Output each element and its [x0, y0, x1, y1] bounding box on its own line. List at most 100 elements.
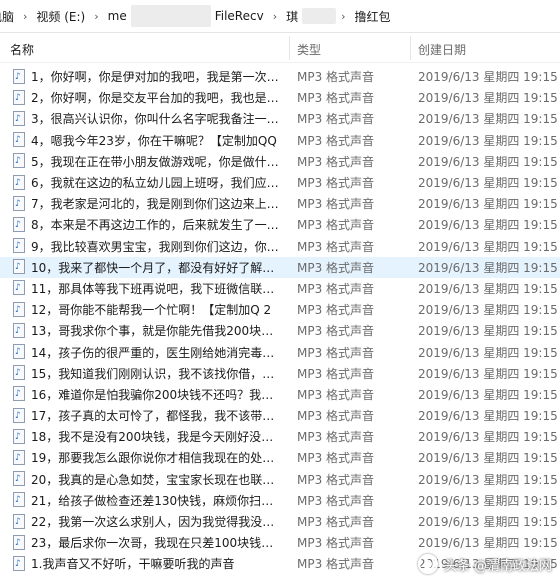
breadcrumb-current-folder[interactable]: 撸红包	[351, 8, 395, 25]
file-row[interactable]: ♪ 10，我来了都快一个月了，都没有好好了解过这边 MP3 格式声音 2019/6/1…	[0, 256, 560, 278]
file-row[interactable]: ♪ 14，孩子伤的很严重的，医生刚给她消完毒，现在 MP3 格式声音 2019/6/1…	[0, 341, 560, 362]
file-name: 1，你好啊，你是伊对加的我吧，我是第一次来这边工作，认识你很高兴	[31, 70, 285, 85]
file-type: MP3 格式声音	[297, 493, 375, 508]
file-row[interactable]: ♪ 7，我老家是河北的，我是刚到你们这边来上班的 MP3 格式声音 2019/6/13…	[0, 193, 560, 214]
chevron-right-icon[interactable]: ›	[18, 10, 32, 23]
file-row[interactable]: ♪ 12，哥你能不能帮我一个忙啊！【定制加Q 2 MP3 格式声音 2019/6/13…	[0, 299, 560, 320]
file-row[interactable]: ♪ 6，我就在这边的私立幼儿园上班呀，我们应该离得不远 MP3 格式声音 2019/6…	[0, 172, 560, 193]
column-header-row: 名称 类型 创建日期	[0, 33, 560, 63]
file-type: MP3 格式声音	[297, 154, 375, 169]
file-row[interactable]: ♪ 8，本来是不再这边工作的，后来就发生了一些事情 MP3 格式声音 2019/6/1…	[0, 214, 560, 235]
breadcrumb-this-pc[interactable]: 此电脑	[0, 8, 18, 25]
address-breadcrumb: 此电脑 › 视频 (E:) › me FileRecv › 琪 › 撸红包	[0, 0, 560, 33]
file-name: 16，难道你是怕我骗你200块钱不还吗？我是真的	[31, 387, 285, 402]
file-row[interactable]: ♪ 23，最后求你一次哥，我现在只差100块钱了，你帮 MP3 格式声音 2019/6…	[0, 532, 560, 553]
file-row[interactable]: ♪ 22，我第一次这么求别人，因为我觉得我没有办法了 MP3 格式声音 2019/6/…	[0, 511, 560, 532]
audio-file-icon: ♪	[12, 492, 26, 508]
file-row[interactable]: ♪ 16，难道你是怕我骗你200块钱不还吗？我是真的 MP3 格式声音 2019/6/…	[0, 384, 560, 405]
file-type: MP3 格式声音	[297, 515, 375, 530]
file-type: MP3 格式声音	[297, 70, 375, 85]
audio-file-icon: ♪	[12, 301, 26, 318]
file-type: MP3 格式声音	[297, 451, 375, 466]
column-divider[interactable]	[410, 36, 411, 60]
file-created-date: 2019/6/13 星期四 19:15	[418, 303, 558, 318]
file-created-date: 2019/6/13 星期四 19:15	[418, 536, 558, 551]
file-created-date: 2019/6/13 星期四 19:15	[418, 154, 558, 169]
file-name: 22，我第一次这么求别人，因为我觉得我没有办法了	[31, 515, 285, 530]
file-row[interactable]: ♪ 4，嗯我今年23岁，你在干嘛呢？【定制加QQ MP3 格式声音 2019/6/13…	[0, 130, 560, 151]
redacted-region	[130, 5, 211, 27]
file-name: 5，我现在正在带小朋友做游戏呢，你是做什么工作的	[31, 154, 285, 169]
file-created-date: 2019/6/13 星期四 19:15	[418, 366, 558, 381]
file-created-date: 2019/6/13 星期四 19:15	[418, 218, 558, 233]
file-created-date: 2019/6/13 星期四 19:15	[418, 451, 558, 466]
file-name: 4，嗯我今年23岁，你在干嘛呢？【定制加QQ	[31, 133, 277, 148]
file-type: MP3 格式声音	[297, 260, 375, 275]
file-type: MP3 格式声音	[297, 536, 375, 551]
file-row[interactable]: ♪ 9，我比较喜欢男宝宝，我刚到你们这边，你能带我 MP3 格式声音 2019/6/1…	[0, 236, 560, 257]
file-created-date: 2019/6/13 星期四 19:15	[418, 472, 558, 487]
audio-file-icon: ♪	[12, 386, 26, 402]
file-name: 12，哥你能不能帮我一个忙啊！【定制加Q 2	[31, 303, 272, 318]
column-header-date[interactable]: 创建日期	[418, 41, 466, 58]
breadcrumb-filerecv[interactable]: FileRecv	[211, 9, 268, 23]
file-row[interactable]: ♪ 17，孩子真的太可怜了，都怪我，我不该带他出去的 MP3 格式声音 2019/6/…	[0, 405, 560, 426]
file-row[interactable]: ♪ 19，那要我怎么跟你说你才相信我现在的处境呢 MP3 格式声音 2019/6/13…	[0, 447, 560, 468]
file-type: MP3 格式声音	[297, 557, 375, 572]
file-name: 18，我不是没有200块钱，我是今天刚好没带钱包	[31, 430, 285, 445]
audio-file-icon: ♪	[12, 132, 26, 148]
file-created-date: 2019/6/13 星期四 19:15	[418, 281, 558, 296]
file-row[interactable]: ♪ 5，我现在正在带小朋友做游戏呢，你是做什么工作的 MP3 格式声音 2019/6/…	[0, 151, 560, 172]
file-type: MP3 格式声音	[297, 366, 375, 381]
file-row[interactable]: ♪ 2，你好啊，你是交友平台加的我吧，我也是第一次来这边 MP3 格式声音 2019/…	[0, 87, 560, 108]
column-divider[interactable]	[289, 36, 290, 60]
file-row[interactable]: ♪ 21，给孩子做检查还差130快钱，麻烦你扫这个码 MP3 格式声音 2019/6/…	[0, 490, 560, 511]
file-type: MP3 格式声音	[297, 197, 375, 212]
breadcrumb-drive-e[interactable]: 视频 (E:)	[32, 8, 89, 25]
file-type: MP3 格式声音	[297, 345, 375, 360]
audio-file-icon: ♪	[12, 68, 26, 85]
column-header-name[interactable]: 名称	[10, 41, 264, 58]
file-type: MP3 格式声音	[297, 472, 375, 487]
file-type: MP3 格式声音	[297, 409, 375, 424]
watermark-logo-icon	[417, 554, 438, 574]
file-name: 1.我声音又不好听，干嘛要听我的声音	[31, 557, 235, 572]
file-created-date: 2019/6/13 星期四 19:15	[418, 260, 558, 275]
audio-file-icon: ♪	[12, 238, 26, 254]
audio-file-icon: ♪	[12, 153, 26, 169]
file-created-date: 2019/6/13 星期四 19:15	[418, 387, 558, 402]
file-row[interactable]: ♪ 13，哥我求你个事，就是你能先借我200块钱吗 MP3 格式声音 2019/6/1…	[0, 320, 560, 341]
audio-file-icon: ♪	[12, 407, 26, 424]
file-row[interactable]: ♪ 11，那具体等我下班再说吧，我下班微信联系你好吗 MP3 格式声音 2019/6/…	[0, 278, 560, 299]
chevron-right-icon[interactable]: ›	[268, 10, 282, 23]
file-row[interactable]: ♪ 3，很高兴认识你，你叫什么名字呢我备注一下，我叫 MP3 格式声音 2019/6/…	[0, 108, 560, 129]
audio-file-icon: ♪	[12, 216, 26, 233]
file-name: 9，我比较喜欢男宝宝，我刚到你们这边，你能带我	[31, 239, 285, 254]
file-row[interactable]: ♪ 1，你好啊，你是伊对加的我吧，我是第一次来这边工作，认识你很高兴 MP3 格式声…	[0, 66, 560, 87]
file-name: 21，给孩子做检查还差130快钱，麻烦你扫这个码	[31, 493, 285, 508]
file-type: MP3 格式声音	[297, 387, 375, 402]
redacted-region	[302, 8, 337, 24]
file-type: MP3 格式声音	[297, 281, 375, 296]
file-row[interactable]: ♪ 18，我不是没有200块钱，我是今天刚好没带钱包 MP3 格式声音 2019/6/…	[0, 426, 560, 447]
file-type: MP3 格式声音	[297, 239, 375, 254]
file-type: MP3 格式声音	[297, 176, 375, 191]
file-name: 2，你好啊，你是交友平台加的我吧，我也是第一次来这边	[31, 91, 285, 106]
file-created-date: 2019/6/13 星期四 19:15	[418, 70, 558, 85]
chevron-right-icon[interactable]: ›	[336, 10, 350, 23]
file-created-date: 2019/6/13 星期四 19:15	[418, 112, 558, 127]
file-type: MP3 格式声音	[297, 218, 375, 233]
file-type: MP3 格式声音	[297, 133, 375, 148]
audio-file-icon: ♪	[12, 195, 26, 212]
breadcrumb-folder-qi[interactable]: 琪	[282, 8, 302, 25]
watermark-text: 头条 @渭南政法网	[443, 558, 552, 574]
audio-file-icon: ♪	[12, 449, 26, 466]
breadcrumb-me[interactable]: me	[104, 9, 131, 23]
chevron-right-icon[interactable]: ›	[89, 10, 103, 23]
file-created-date: 2019/6/13 星期四 19:15	[418, 239, 558, 254]
file-name: 19，那要我怎么跟你说你才相信我现在的处境呢	[31, 451, 285, 466]
audio-file-icon: ♪	[12, 280, 26, 296]
file-row[interactable]: ♪ 15，我知道我们刚刚认识，我不该找你借，我是真的 MP3 格式声音 2019/6/…	[0, 363, 560, 384]
file-row[interactable]: ♪ 20，我真的是心急如焚，宝宝家长现在也联系不上 MP3 格式声音 2019/6/1…	[0, 469, 560, 490]
column-header-type[interactable]: 类型	[297, 41, 321, 58]
